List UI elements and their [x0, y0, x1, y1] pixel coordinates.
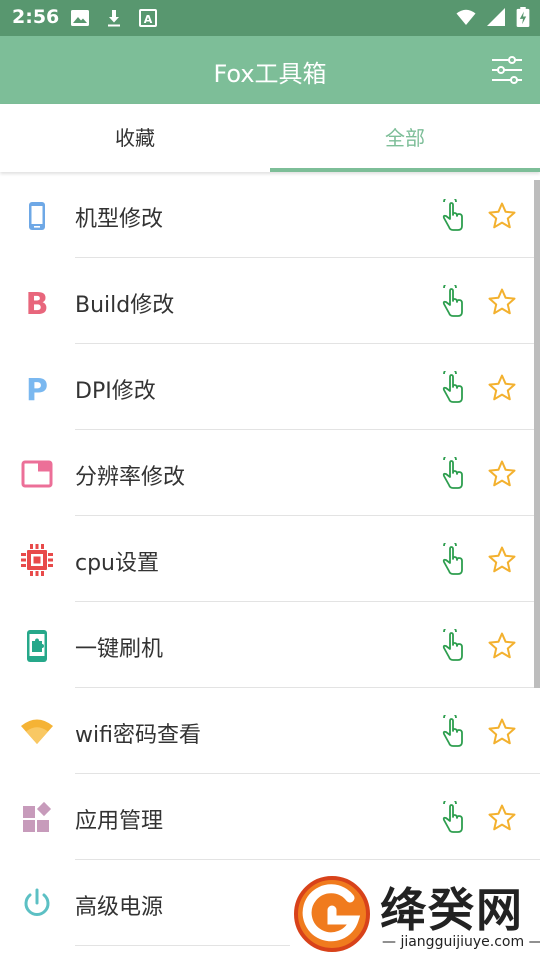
- download-icon: [108, 10, 120, 27]
- battery-charging-icon: [516, 7, 530, 27]
- list-item-label: wifi密码查看: [75, 723, 201, 748]
- letter-b-icon: B: [26, 287, 49, 319]
- star-outline-icon[interactable]: [487, 373, 517, 403]
- watermark: 绛癸网 — jiangguijiuye.com —: [290, 870, 540, 960]
- power-icon: [24, 888, 50, 916]
- apps-icon: [23, 801, 52, 832]
- app-bar: Fox工具箱: [0, 36, 540, 104]
- list-item-cpu[interactable]: cpu设置: [0, 516, 540, 602]
- watermark-logo-icon: [294, 876, 370, 952]
- wifi-fan-icon: [21, 719, 53, 744]
- tab-indicator: [270, 168, 540, 172]
- star-outline-icon[interactable]: [487, 631, 517, 661]
- list-item-build[interactable]: B Build修改: [0, 258, 540, 344]
- status-bar: 2:56 A: [0, 0, 540, 36]
- tab-favorites[interactable]: 收藏: [0, 104, 270, 172]
- list-item-resolution[interactable]: 分辨率修改: [0, 430, 540, 516]
- scrollbar[interactable]: [534, 180, 540, 688]
- list-item-label: cpu设置: [75, 551, 160, 576]
- list-item-dpi[interactable]: P DPI修改: [0, 344, 540, 430]
- phone-icon: [29, 202, 45, 230]
- star-outline-icon[interactable]: [487, 287, 517, 317]
- image-icon: [71, 10, 89, 26]
- star-outline-icon[interactable]: [487, 459, 517, 489]
- touch-hand-icon[interactable]: [437, 801, 465, 835]
- phone-puzzle-icon: [27, 630, 47, 662]
- a-box-icon: A: [139, 9, 157, 27]
- tool-list: 机型修改 B Build修改 P DPI修改 分辨率修改 cpu设置 一键刷机 …: [0, 172, 540, 946]
- tab-bar: 收藏 全部: [0, 104, 540, 172]
- touch-hand-icon[interactable]: [437, 457, 465, 491]
- touch-hand-icon[interactable]: [437, 371, 465, 405]
- star-outline-icon[interactable]: [487, 803, 517, 833]
- sliders-icon[interactable]: [490, 53, 524, 87]
- star-outline-icon[interactable]: [487, 545, 517, 575]
- watermark-url: — jiangguijiuye.com —: [382, 934, 540, 950]
- window-icon: [21, 460, 53, 488]
- wifi-icon: [456, 9, 476, 25]
- touch-hand-icon[interactable]: [437, 543, 465, 577]
- touch-hand-icon[interactable]: [437, 285, 465, 319]
- touch-hand-icon[interactable]: [437, 629, 465, 663]
- star-outline-icon[interactable]: [487, 201, 517, 231]
- list-item-label: 高级电源: [75, 895, 164, 920]
- list-item-label: DPI修改: [75, 379, 156, 404]
- letter-p-icon: P: [26, 373, 48, 405]
- chip-icon: [21, 544, 53, 576]
- list-item-flash[interactable]: 一键刷机: [0, 602, 540, 688]
- signal-icon: [487, 8, 505, 26]
- touch-hand-icon[interactable]: [437, 199, 465, 233]
- list-item-label: 一键刷机: [75, 637, 164, 662]
- svg-text:B: B: [26, 287, 49, 319]
- svg-text:A: A: [144, 13, 153, 26]
- watermark-text: 绛癸网: [380, 883, 524, 937]
- touch-hand-icon[interactable]: [437, 715, 465, 749]
- star-outline-icon[interactable]: [487, 717, 517, 747]
- status-time: 2:56: [12, 6, 60, 28]
- app-title: Fox工具箱: [213, 60, 327, 88]
- list-item-app-manager[interactable]: 应用管理: [0, 774, 540, 860]
- list-item-label: 应用管理: [75, 809, 164, 834]
- list-item-wifi-password[interactable]: wifi密码查看: [0, 688, 540, 774]
- tab-all[interactable]: 全部: [270, 104, 540, 172]
- list-item-model[interactable]: 机型修改: [0, 172, 540, 258]
- list-item-label: 分辨率修改: [75, 465, 186, 490]
- list-item-label: Build修改: [75, 293, 175, 318]
- list-item-label: 机型修改: [75, 207, 164, 232]
- svg-text:P: P: [26, 373, 48, 405]
